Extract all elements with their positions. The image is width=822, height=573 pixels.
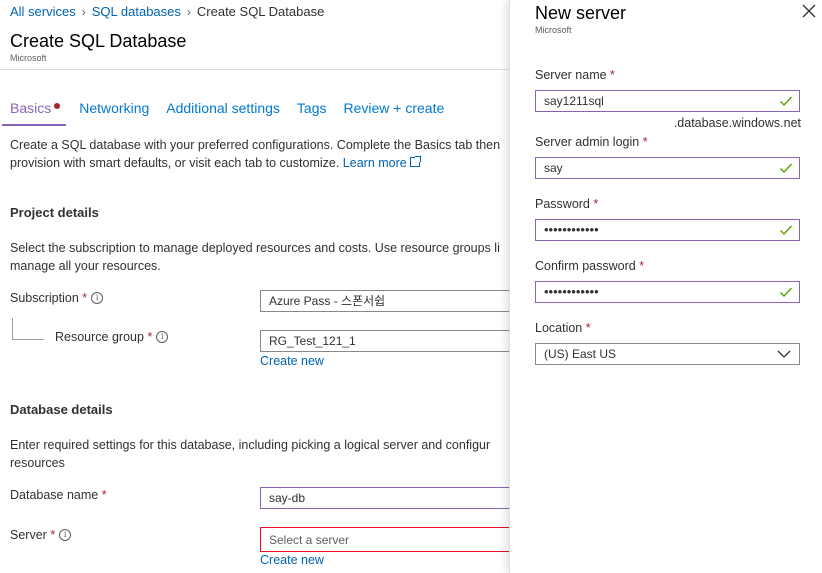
breadcrumb: All services › SQL databases › Create SQL Da… — [10, 4, 324, 19]
confirm-password-label: Confirm password * — [535, 259, 644, 273]
server-name-label-text: Server name — [535, 68, 607, 82]
close-icon — [802, 4, 816, 18]
panel-publisher-label: Microsoft — [535, 25, 572, 35]
chevron-right-icon: › — [81, 5, 86, 19]
required-mark: * — [50, 528, 56, 542]
tree-connector-vertical — [12, 318, 13, 339]
create-new-resource-group-link[interactable]: Create new — [260, 354, 324, 368]
breadcrumb-current: Create SQL Database — [196, 4, 325, 19]
server-name-value: say1211sql — [544, 94, 604, 108]
subscription-label: Subscription * i — [10, 291, 104, 305]
password-value: •••••••••••• — [544, 222, 599, 237]
confirm-password-label-text: Confirm password — [535, 259, 636, 273]
close-button[interactable] — [802, 4, 818, 20]
intro-text-line-2-body: provision with smart defaults, or visit … — [10, 156, 340, 170]
location-value: (US) East US — [544, 347, 617, 361]
admin-login-value: say — [544, 161, 563, 175]
tab-basics[interactable]: Basics — [2, 100, 67, 126]
database-name-label: Database name * — [10, 488, 107, 502]
chevron-down-icon — [777, 350, 791, 358]
confirm-password-value: •••••••••••• — [544, 284, 599, 299]
panel-title: New server — [535, 3, 627, 23]
database-desc-line-2: resources — [10, 456, 65, 470]
resource-group-label: Resource group * i — [55, 330, 169, 344]
publisher-label: Microsoft — [10, 53, 47, 63]
database-name-input[interactable]: say-db — [260, 487, 510, 509]
location-label-text: Location — [535, 321, 583, 335]
check-icon — [780, 225, 793, 236]
admin-login-label: Server admin login * — [535, 135, 648, 149]
admin-login-label-text: Server admin login — [535, 135, 640, 149]
tab-basics-label: Basics — [10, 100, 52, 116]
password-input[interactable]: •••••••••••• — [535, 219, 800, 241]
create-sql-database-blade: All services › SQL databases › Create SQL Da… — [0, 0, 510, 573]
server-label-text: Server — [10, 528, 47, 542]
tab-additional-settings[interactable]: Additional settings — [166, 100, 280, 124]
server-dropdown[interactable]: Select a server — [260, 527, 510, 552]
server-name-input[interactable]: say1211sql — [535, 90, 800, 112]
tab-bar: Basics Networking Additional settings Tags R… — [2, 100, 461, 126]
admin-login-input[interactable]: say — [535, 157, 800, 179]
subscription-label-text: Subscription — [10, 291, 79, 305]
learn-more-label: Learn more — [342, 156, 407, 170]
database-details-heading: Database details — [10, 402, 113, 417]
password-label: Password * — [535, 197, 598, 211]
intro-text-line-2: provision with smart defaults, or visit … — [10, 154, 421, 172]
info-icon[interactable]: i — [156, 330, 169, 343]
confirm-password-input[interactable]: •••••••••••• — [535, 281, 800, 303]
error-dot-icon — [54, 103, 61, 109]
location-label: Location * — [535, 321, 591, 335]
server-label: Server * i — [10, 528, 72, 542]
project-desc-line-2: manage all your resources. — [10, 259, 161, 273]
page-title: Create SQL Database — [10, 31, 187, 51]
info-icon[interactable]: i — [91, 291, 104, 304]
database-name-label-text: Database name — [10, 488, 99, 502]
project-desc-line-1: Select the subscription to manage deploy… — [10, 241, 500, 255]
header-divider — [0, 69, 510, 70]
required-mark: * — [147, 330, 153, 344]
required-mark: * — [610, 68, 615, 82]
check-icon — [780, 96, 793, 107]
tree-connector-horizontal — [12, 339, 44, 340]
required-mark: * — [585, 321, 591, 335]
required-mark: * — [642, 135, 648, 149]
create-new-server-link[interactable]: Create new — [260, 553, 324, 567]
intro-text-line-1: Create a SQL database with your preferre… — [10, 138, 501, 152]
tab-review-create[interactable]: Review + create — [343, 100, 444, 124]
check-icon — [780, 287, 793, 298]
required-mark: * — [82, 291, 88, 305]
location-dropdown[interactable]: (US) East US — [535, 343, 800, 365]
info-icon[interactable]: i — [59, 528, 72, 541]
required-mark: * — [639, 259, 645, 273]
external-link-icon — [409, 156, 421, 167]
tab-networking[interactable]: Networking — [79, 100, 149, 124]
breadcrumb-sql-databases[interactable]: SQL databases — [92, 4, 181, 19]
server-domain-suffix: .database.windows.net — [673, 116, 801, 130]
learn-more-link[interactable]: Learn more — [342, 156, 421, 170]
chevron-right-icon: › — [186, 5, 191, 19]
tab-tags[interactable]: Tags — [297, 100, 327, 124]
resource-group-dropdown[interactable]: RG_Test_121_1 — [260, 330, 510, 352]
breadcrumb-all-services[interactable]: All services — [10, 4, 76, 19]
required-mark: * — [593, 197, 599, 211]
password-label-text: Password — [535, 197, 590, 211]
resource-group-label-text: Resource group — [55, 330, 144, 344]
check-icon — [780, 163, 793, 174]
subscription-dropdown[interactable]: Azure Pass - 스폰서쉽 — [260, 290, 510, 312]
database-desc-line-1: Enter required settings for this databas… — [10, 438, 491, 452]
new-server-panel: New server Microsoft Server name * say12… — [509, 0, 822, 573]
project-details-heading: Project details — [10, 205, 99, 220]
server-name-label: Server name * — [535, 68, 615, 82]
required-mark: * — [101, 488, 107, 502]
